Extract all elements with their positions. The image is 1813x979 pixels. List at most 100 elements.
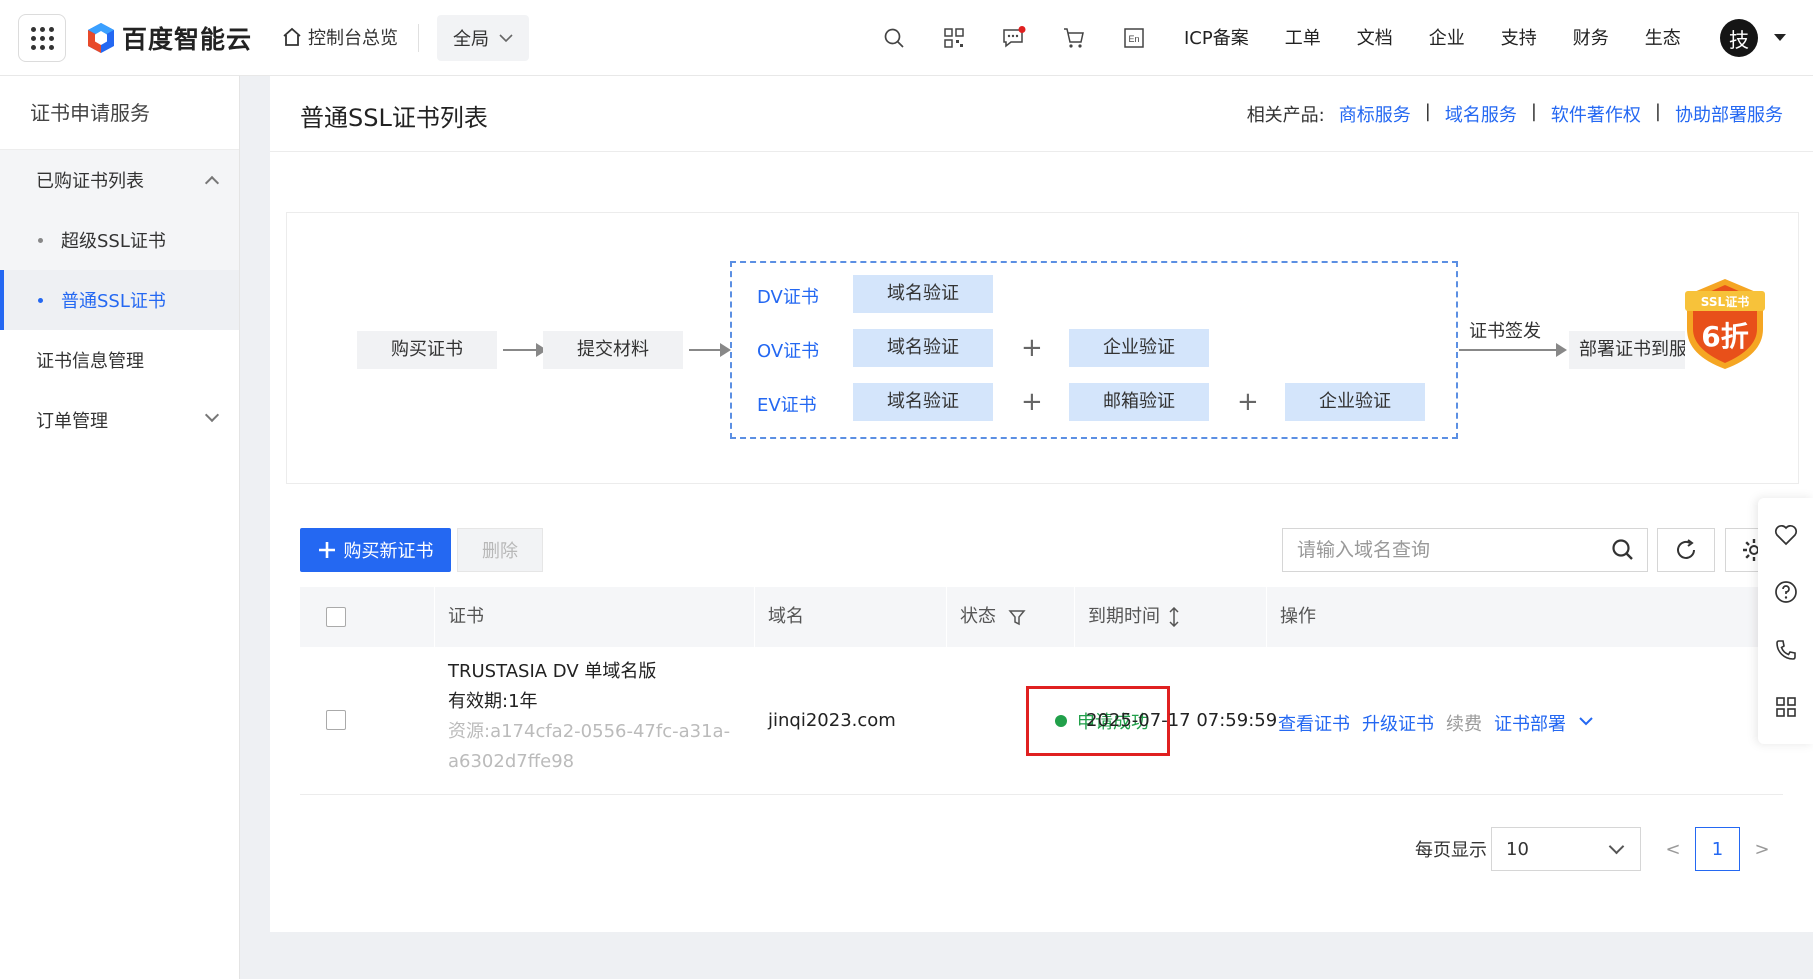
domain-search-input[interactable]: [1297, 539, 1597, 561]
page-title: 普通SSL证书列表: [300, 104, 488, 132]
status-header-label: 状态: [960, 606, 996, 627]
issue-label: 证书签发: [1469, 321, 1541, 342]
grid-menu-icon[interactable]: [1771, 692, 1801, 722]
table-header: 证书 域名 状态 到期时间 操作: [300, 587, 1783, 647]
sidebar-group-purchased: 已购证书列表 超级SSL证书 普通SSL证书: [0, 150, 239, 330]
sidebar-item-purchased-certs[interactable]: 已购证书列表: [0, 150, 239, 210]
related-link-domain[interactable]: 域名服务: [1445, 101, 1517, 127]
column-header-status: 状态: [960, 587, 1026, 647]
domain-value: jinqi2023.com: [768, 710, 896, 731]
renew-link: 续费: [1446, 714, 1482, 735]
nav-link-ticket[interactable]: 工单: [1285, 24, 1321, 50]
home-icon: [283, 27, 301, 46]
related-link-trademark[interactable]: 商标服务: [1339, 101, 1411, 127]
cart-icon[interactable]: [1058, 22, 1090, 54]
baidu-cloud-logo-icon: [88, 23, 114, 53]
nav-link-finance[interactable]: 财务: [1573, 24, 1609, 50]
arrow-icon: [1459, 343, 1567, 357]
cert-cell: TRUSTASIA DV 单域名版 有效期:1年 资源:a174cfa2-055…: [448, 657, 730, 777]
select-all-checkbox-cell: [326, 607, 346, 627]
page-size-value: 10: [1506, 838, 1529, 860]
nav-divider: [418, 24, 419, 52]
sidebar: 证书申请服务 已购证书列表 超级SSL证书 普通SSL证书 证书信息管理 订单管…: [0, 76, 240, 979]
nav-link-enterprise[interactable]: 企业: [1429, 24, 1465, 50]
page-number-current[interactable]: 1: [1695, 827, 1740, 871]
domain-search: [1282, 528, 1648, 572]
help-icon[interactable]: [1771, 577, 1801, 607]
user-menu-caret-icon[interactable]: [1774, 34, 1786, 41]
chevron-down-icon: [204, 407, 220, 423]
step-deploy-cert: 部署证书到服: [1569, 331, 1685, 369]
user-avatar[interactable]: 技: [1720, 19, 1758, 57]
region-select[interactable]: 全局: [437, 15, 529, 61]
apps-grid-icon: [30, 26, 54, 50]
apps-menu-button[interactable]: [18, 14, 66, 62]
arrow-icon: [689, 343, 731, 357]
prev-page-button[interactable]: <: [1659, 839, 1687, 860]
logo-text: 百度智能云: [122, 25, 253, 54]
sidebar-item-normal-ssl[interactable]: 普通SSL证书: [0, 270, 239, 330]
column-divider: [946, 587, 947, 647]
buy-new-cert-button[interactable]: 购买新证书: [300, 528, 451, 572]
chevron-down-icon[interactable]: [1578, 715, 1594, 727]
region-value: 全局: [453, 29, 489, 50]
search-icon[interactable]: [878, 22, 910, 54]
logo[interactable]: 百度智能云: [86, 20, 252, 56]
chevron-up-icon: [204, 175, 220, 191]
ssl-discount-badge[interactable]: SSL证书 6折: [1677, 275, 1773, 371]
related-label: 相关产品:: [1246, 105, 1325, 126]
nav-link-support[interactable]: 支持: [1501, 24, 1537, 50]
divider: |: [1530, 101, 1537, 122]
row-actions: 查看证书 升级证书 续费 证书部署: [1278, 710, 1594, 736]
sidebar-item-orders[interactable]: 订单管理: [0, 390, 239, 450]
top-icon-group: En: [878, 22, 1150, 54]
refresh-button[interactable]: [1657, 528, 1715, 572]
sidebar-title: 证书申请服务: [0, 76, 239, 150]
phone-icon[interactable]: [1771, 635, 1801, 665]
buy-new-cert-label: 购买新证书: [343, 541, 434, 562]
dv-domain-verify: 域名验证: [853, 275, 993, 313]
ov-domain-verify: 域名验证: [853, 329, 993, 367]
plus-icon: [318, 542, 335, 558]
top-nav-links: ICP备案 工单 文档 企业 支持 财务 生态: [1184, 24, 1681, 50]
sidebar-item-label: 已购证书列表: [36, 171, 144, 192]
ov-cert-label: OV证书: [757, 341, 820, 362]
expire-header-label: 到期时间: [1088, 606, 1160, 627]
favorite-icon[interactable]: [1771, 520, 1801, 550]
sidebar-item-label: 超级SSL证书: [61, 231, 166, 252]
cert-source-id-cont: a6302d7ffe98: [448, 751, 575, 772]
qrcode-icon[interactable]: [938, 22, 970, 54]
row-checkbox[interactable]: [326, 710, 346, 730]
delete-button[interactable]: 删除: [457, 528, 543, 572]
main-content: 普通SSL证书列表 相关产品: 商标服务 | 域名服务 | 软件著作权 | 协助…: [270, 76, 1813, 932]
filter-icon[interactable]: [1008, 608, 1026, 626]
page-size-label: 每页显示: [1415, 840, 1487, 861]
language-icon[interactable]: En: [1118, 22, 1150, 54]
message-icon[interactable]: [998, 22, 1030, 54]
search-icon[interactable]: [1611, 538, 1635, 566]
arrow-icon: [503, 343, 547, 357]
upgrade-cert-link[interactable]: 升级证书: [1362, 710, 1434, 736]
ev-enterprise-verify: 企业验证: [1285, 383, 1425, 421]
select-all-checkbox[interactable]: [326, 607, 346, 627]
next-page-button[interactable]: >: [1748, 839, 1776, 860]
sidebar-item-cert-info[interactable]: 证书信息管理: [0, 330, 239, 390]
related-link-copyright[interactable]: 软件著作权: [1551, 101, 1641, 127]
column-divider: [434, 587, 435, 647]
deploy-cert-link[interactable]: 证书部署: [1494, 710, 1566, 736]
nav-link-ecosystem[interactable]: 生态: [1645, 24, 1681, 50]
plus-icon: +: [1021, 387, 1043, 417]
sidebar-item-label: 普通SSL证书: [61, 291, 166, 312]
sort-icon[interactable]: [1168, 607, 1180, 627]
chevron-down-icon: [1608, 838, 1625, 855]
related-products: 相关产品: 商标服务 | 域名服务 | 软件著作权 | 协助部署服务: [1247, 101, 1783, 127]
nav-link-icp[interactable]: ICP备案: [1184, 24, 1249, 50]
nav-link-docs[interactable]: 文档: [1357, 24, 1393, 50]
sidebar-item-super-ssl[interactable]: 超级SSL证书: [0, 210, 239, 270]
view-cert-link[interactable]: 查看证书: [1278, 710, 1350, 736]
page-size-select[interactable]: 10: [1491, 827, 1641, 871]
related-link-deploy-help[interactable]: 协助部署服务: [1675, 101, 1783, 127]
console-home-link[interactable]: 控制台总览: [282, 24, 398, 50]
table-row: TRUSTASIA DV 单域名版 有效期:1年 资源:a174cfa2-055…: [300, 647, 1783, 795]
cert-table: 证书 域名 状态 到期时间 操作 TRUSTASIA DV 单域名版 有效期:1…: [300, 587, 1783, 795]
